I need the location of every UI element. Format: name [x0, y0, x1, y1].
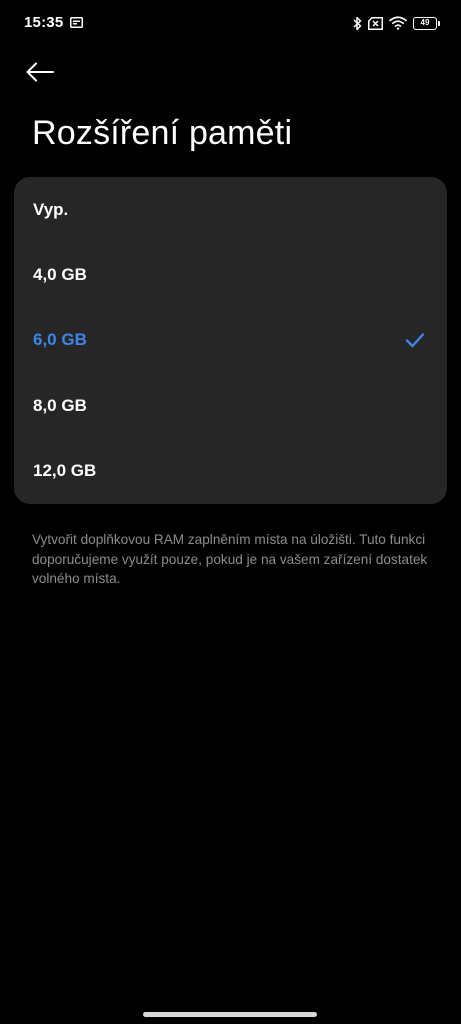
option-label: 6,0 GB — [33, 330, 87, 350]
wifi-icon — [389, 16, 407, 30]
option-label: 8,0 GB — [33, 395, 87, 415]
option-6gb[interactable]: 6,0 GB — [14, 308, 447, 373]
option-off[interactable]: Vyp. — [14, 177, 447, 242]
status-time: 15:35 — [24, 14, 64, 31]
notification-icon — [70, 17, 83, 28]
option-label: 4,0 GB — [33, 265, 87, 285]
sim-disabled-icon — [368, 16, 383, 30]
page-title: Rozšíření paměti — [32, 114, 293, 152]
option-8gb[interactable]: 8,0 GB — [14, 373, 447, 438]
back-button[interactable] — [26, 54, 66, 90]
arrow-left-icon — [26, 62, 54, 82]
battery-icon: 49 — [413, 16, 440, 30]
status-bar: 15:35 49 — [0, 0, 461, 44]
checkmark-icon — [405, 333, 425, 348]
description-text: Vytvořit doplňkovou RAM zaplněním místa … — [32, 532, 428, 586]
option-label: 12,0 GB — [33, 461, 97, 481]
bluetooth-icon — [353, 16, 362, 30]
option-12gb[interactable]: 12,0 GB — [14, 439, 447, 504]
home-indicator[interactable] — [143, 1012, 317, 1017]
status-icons: 49 — [353, 14, 440, 32]
option-4gb[interactable]: 4,0 GB — [14, 242, 447, 307]
memory-options-list: Vyp. 4,0 GB 6,0 GB 8,0 GB 12,0 GB — [14, 177, 447, 504]
option-label: Vyp. — [33, 199, 69, 219]
battery-level: 49 — [420, 17, 430, 27]
